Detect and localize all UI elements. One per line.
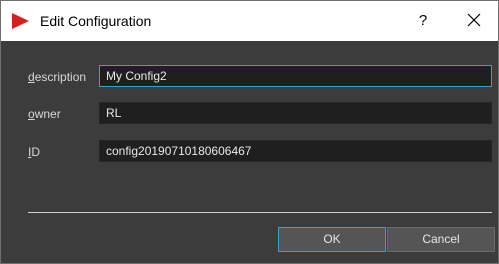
owner-label: owner xyxy=(28,107,61,121)
ok-button[interactable]: OK xyxy=(278,227,386,252)
help-button[interactable]: ? xyxy=(411,9,435,33)
divider xyxy=(28,212,492,213)
close-icon[interactable] xyxy=(461,7,487,33)
edit-configuration-dialog: Edit Configuration ? description My Conf… xyxy=(0,0,499,264)
app-play-icon xyxy=(12,13,29,29)
owner-field[interactable]: RL xyxy=(99,102,492,124)
dialog-title: Edit Configuration xyxy=(40,13,152,29)
description-field[interactable]: My Config2 xyxy=(99,65,492,87)
title-bar: Edit Configuration ? xyxy=(1,1,498,41)
id-label: ID xyxy=(28,145,41,159)
description-label: description xyxy=(28,70,87,84)
cancel-button[interactable]: Cancel xyxy=(387,227,495,252)
id-field[interactable]: config20190710180606467 xyxy=(99,140,492,162)
